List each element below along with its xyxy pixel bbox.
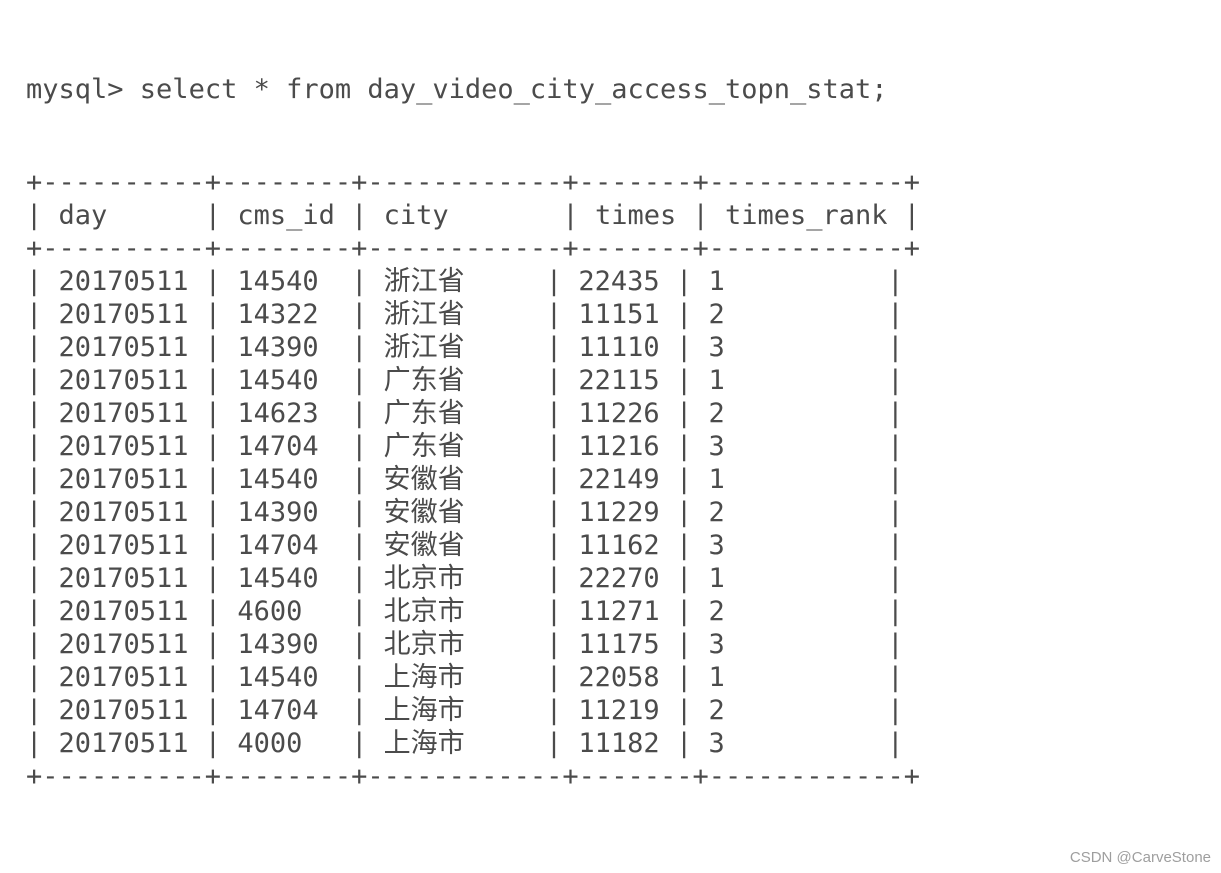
table-header-row: | day | cms_id | city | times | times_ra… (26, 202, 920, 229)
table-border-top: +----------+--------+------------+------… (26, 169, 920, 196)
table-row: | 20170511 | 14540 | 安徽省 | 22149 | 1 | (26, 466, 920, 493)
table-row: | 20170511 | 14623 | 广东省 | 11226 | 2 | (26, 400, 920, 427)
table-row: | 20170511 | 14540 | 广东省 | 22115 | 1 | (26, 367, 920, 394)
table-border-bottom: +----------+--------+------------+------… (26, 763, 920, 790)
table-row: | 20170511 | 14704 | 上海市 | 11219 | 2 | (26, 697, 920, 724)
table-row: | 20170511 | 14390 | 北京市 | 11175 | 3 | (26, 631, 920, 658)
mysql-query-line: mysql> select * from day_video_city_acce… (26, 76, 920, 103)
table-row: | 20170511 | 14540 | 浙江省 | 22435 | 1 | (26, 268, 920, 295)
table-row: | 20170511 | 14704 | 安徽省 | 11162 | 3 | (26, 532, 920, 559)
table-row: | 20170511 | 4600 | 北京市 | 11271 | 2 | (26, 598, 920, 625)
table-row: | 20170511 | 14540 | 上海市 | 22058 | 1 | (26, 664, 920, 691)
table-row: | 20170511 | 14390 | 浙江省 | 11110 | 3 | (26, 334, 920, 361)
table-row: | 20170511 | 14390 | 安徽省 | 11229 | 2 | (26, 499, 920, 526)
watermark-text: CSDN @CarveStone (1070, 850, 1211, 865)
mysql-prompt: mysql> (26, 74, 140, 105)
table-row: | 20170511 | 14322 | 浙江省 | 11151 | 2 | (26, 301, 920, 328)
table-row: | 20170511 | 14704 | 广东省 | 11216 | 3 | (26, 433, 920, 460)
table-row: | 20170511 | 4000 | 上海市 | 11182 | 3 | (26, 730, 920, 757)
table-border-mid: +----------+--------+------------+------… (26, 235, 920, 262)
mysql-table: +----------+--------+------------+------… (26, 169, 920, 790)
mysql-query-text: select * from day_video_city_access_topn… (140, 74, 888, 105)
table-row: | 20170511 | 14540 | 北京市 | 22270 | 1 | (26, 565, 920, 592)
mysql-terminal-output: mysql> select * from day_video_city_acce… (26, 22, 920, 823)
